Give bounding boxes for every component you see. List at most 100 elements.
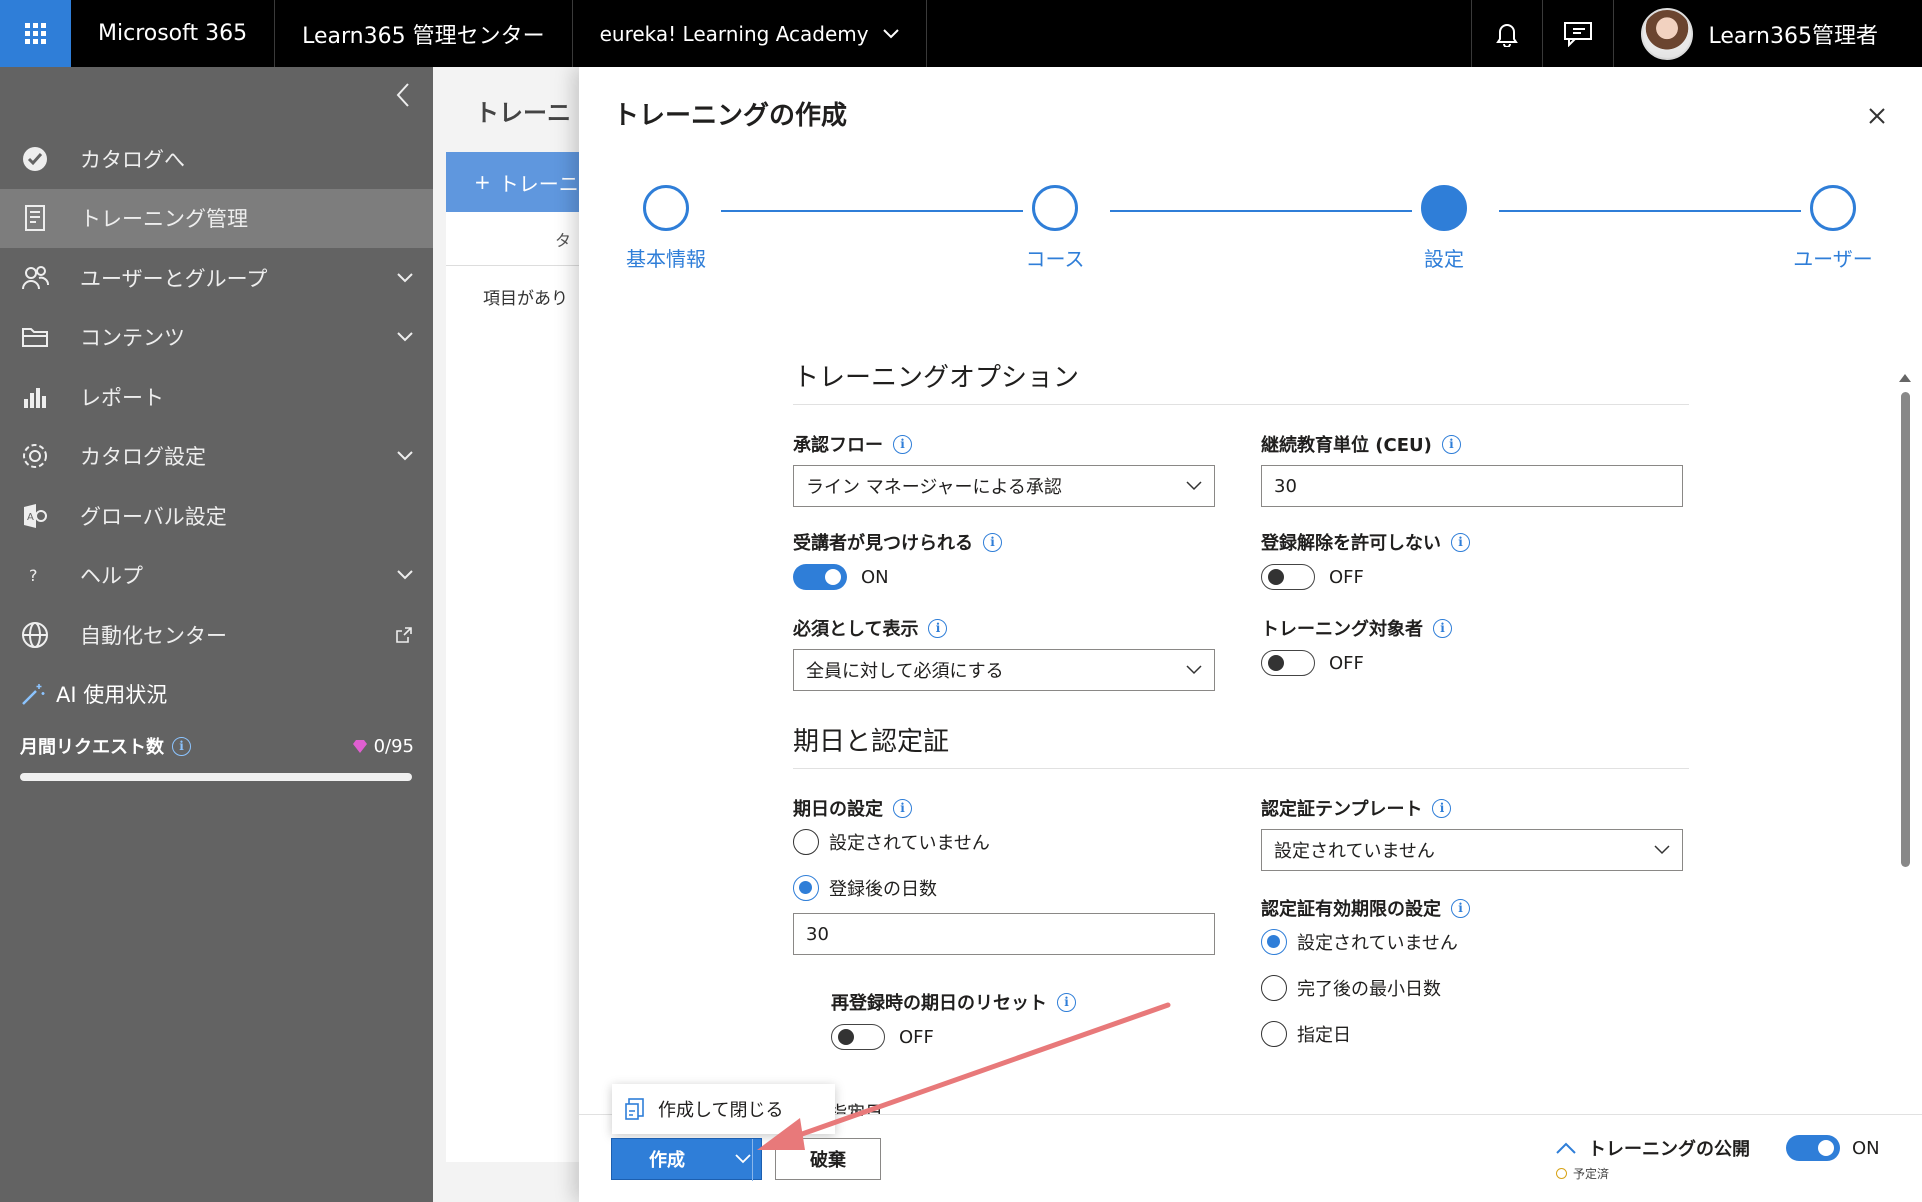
sidebar-item-global-settings[interactable]: A グローバル設定 [0,486,433,546]
cert-template-value: 設定されていません [1274,841,1435,862]
due-option-days[interactable]: 登録後の日数 [793,873,1215,903]
radio-label: 設定されていません [829,833,990,854]
sidebar-item-content[interactable]: コンテンツ [0,308,433,368]
cert-validity-label: 認定証有効期限の設定 [1261,899,1441,920]
audience-toggle[interactable] [1261,650,1315,676]
notifications-button[interactable] [1470,0,1542,67]
step-label: 設定 [1424,247,1464,271]
info-icon[interactable]: i [983,532,1002,552]
approval-flow-value: ライン マネージャーによる承認 [806,477,1062,498]
globe-icon [20,620,50,650]
pause-icon: II. [850,1101,865,1120]
app-launcher-button[interactable] [0,0,71,67]
sidebar-item-training-management[interactable]: トレーニング管理 [0,188,433,248]
info-icon[interactable]: i [172,736,191,756]
gear-icon [20,441,50,471]
chevron-up-icon[interactable] [1556,1142,1576,1154]
sidebar-item-automation-center[interactable]: 自動化センター [0,605,433,665]
due-option-none[interactable]: 設定されていません [793,827,1215,857]
reset-due-toggle[interactable] [831,1024,885,1050]
ai-usage-progress [20,773,412,781]
discard-button[interactable]: 破棄 [775,1138,881,1180]
no-unenroll-toggle[interactable] [1261,564,1315,590]
close-button[interactable] [1862,101,1892,131]
cert-template-select[interactable]: 設定されていません [1261,829,1683,871]
step-settings[interactable]: 設定 [1374,185,1514,272]
collapse-nav-button[interactable] [385,77,421,113]
info-icon[interactable]: i [1441,434,1461,454]
radio-button-checked[interactable] [1261,929,1287,955]
sidebar-item-catalog-settings[interactable]: カタログ設定 [0,427,433,487]
step-basic-info[interactable]: 基本情報 [596,185,736,272]
approval-flow-select[interactable]: ライン マネージャーによる承認 [793,465,1215,507]
required-select[interactable]: 全員に対して必須にする [793,649,1215,691]
step-circle [643,185,689,231]
create-training-panel: トレーニングの作成 基本情報 コース 設定 ユーザー トレーニングオプション 承… [579,67,1922,1202]
cert-option-min-days[interactable]: 完了後の最小日数 [1261,973,1683,1003]
page-title: トレーニ [475,99,571,127]
admin-center-title[interactable]: Learn365 管理センター [275,0,573,67]
info-icon[interactable]: i [928,618,948,638]
sidebar-item-users-groups[interactable]: ユーザーとグループ [0,248,433,308]
approval-flow-label: 承認フロー [793,435,883,456]
radio-button[interactable] [1261,975,1287,1001]
sidebar-item-label: レポート [80,385,164,410]
step-circle [1810,185,1856,231]
info-icon[interactable]: i [1057,992,1076,1012]
due-days-input[interactable]: 30 [793,913,1215,955]
feedback-button[interactable] [1541,0,1613,67]
step-circle-current [1421,185,1467,231]
scrollbar-thumb[interactable] [1901,392,1910,867]
waffle-icon [25,23,46,44]
sidebar-item-label: コンテンツ [80,326,185,351]
bell-icon [1495,23,1518,47]
sidebar-item-catalog[interactable]: カタログへ [0,129,433,189]
plus-icon: + [474,170,491,194]
step-connector [721,210,1023,212]
app-name[interactable]: Microsoft 365 [71,0,276,67]
chevron-down-icon [882,28,899,38]
settings-form: トレーニングオプション 承認フロー i ライン マネージャーによる承認 継続教育単… [793,357,1689,1127]
toggle-state: OFF [1329,566,1364,588]
cert-option-date[interactable]: 指定日 [1261,1019,1683,1049]
step-connector [1110,210,1412,212]
svg-text:?: ? [29,566,38,585]
toggle-state: OFF [1329,652,1364,674]
info-icon[interactable]: i [1433,618,1452,638]
empty-message: 項目があり [483,289,568,309]
sidebar-item-reports[interactable]: レポート [0,367,433,427]
top-bar: Microsoft 365 Learn365 管理センター eureka! Le… [0,0,1922,67]
radio-label: 登録後の日数 [829,879,937,900]
panel-title: トレーニングの作成 [613,101,848,131]
chevron-down-icon[interactable] [735,1154,751,1164]
radio-button[interactable] [1261,1021,1287,1047]
step-users[interactable]: ユーザー [1763,185,1903,272]
publish-section: トレーニングの公開 ON 予定済 [1556,1135,1886,1182]
info-icon[interactable]: i [893,798,912,818]
step-course[interactable]: コース [985,185,1125,272]
info-icon[interactable]: i [1451,532,1470,552]
sidebar-item-help[interactable]: ? ヘルプ [0,546,433,606]
discoverable-toggle[interactable] [793,564,847,590]
tenant-switcher[interactable]: eureka! Learning Academy [573,0,927,67]
info-icon[interactable]: i [1432,798,1452,818]
user-menu[interactable]: Learn365管理者 [1612,0,1922,67]
radio-button-checked[interactable] [793,875,819,901]
create-button[interactable]: 作成 [611,1138,762,1181]
required-label: 必須として表示 [793,619,919,640]
ceu-label: 継続教育単位 (CEU) [1261,435,1432,456]
cert-template-label: 認定証テンプレート [1261,799,1423,820]
due-date-label: 期日の設定 [793,799,883,820]
create-and-close-menu-item[interactable]: 作成して閉じる [612,1084,835,1134]
info-icon[interactable]: i [893,434,912,454]
publish-toggle[interactable] [1786,1135,1840,1161]
cert-option-none[interactable]: 設定されていません [1261,927,1683,957]
info-icon[interactable]: i [1451,898,1470,918]
scroll-up-arrow[interactable] [1899,374,1911,382]
svg-text:A: A [27,512,34,523]
no-unenroll-label: 登録解除を許可しない [1261,533,1441,554]
radio-button[interactable] [793,829,819,855]
ceu-input[interactable]: 30 [1261,465,1683,507]
sidebar-item-label: ヘルプ [80,564,143,589]
user-name: Learn365管理者 [1708,23,1878,49]
